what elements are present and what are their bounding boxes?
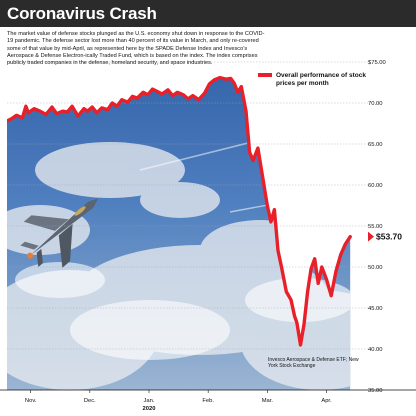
annotation-layer: $53.70 (368, 231, 402, 242)
legend (258, 73, 272, 77)
y-tick-label: $75.00 (368, 60, 386, 66)
x-tick-label: Dec. (84, 398, 96, 404)
legend-label: Overall performance of stock prices per … (276, 72, 366, 87)
annotation-pointer (368, 231, 374, 242)
y-tick-label: 45.00 (368, 306, 383, 312)
source-note: Invesco Aerospace & Defense ETF; New Yor… (268, 357, 359, 370)
chart-container: $75.00 70.00 65.00 60.00 55.00 50.00 45.00 40.0… (0, 0, 416, 416)
sky-photo (7, 77, 351, 390)
y-tick-label: 40.00 (368, 347, 383, 353)
x-axis: Nov. Dec. Jan. Feb. Mar. Apr. 2020 (25, 390, 332, 412)
last-value-label: $53.70 (376, 232, 402, 242)
x-tick-label: Feb. (202, 398, 214, 404)
y-tick-label: 70.00 (368, 101, 383, 107)
legend-swatch (258, 73, 272, 77)
y-tick-label: 50.00 (368, 265, 383, 271)
y-tick-label: 55.00 (368, 224, 383, 230)
chart-title: Coronavirus Crash (7, 4, 157, 23)
y-axis: $75.00 70.00 65.00 60.00 55.00 50.00 45.00 40.0… (368, 60, 386, 394)
x-tick-label: Apr. (321, 398, 332, 404)
chart-description: The market value of defense stocks plung… (7, 31, 265, 67)
x-tick-label: Nov. (25, 398, 37, 404)
y-tick-label: 65.00 (368, 142, 383, 148)
y-tick-label: 35.00 (368, 388, 383, 394)
x-year-label: 2020 (143, 406, 156, 412)
x-tick-label: Mar. (262, 398, 274, 404)
y-tick-label: 60.00 (368, 183, 383, 189)
x-tick-label: Jan. (144, 398, 155, 404)
